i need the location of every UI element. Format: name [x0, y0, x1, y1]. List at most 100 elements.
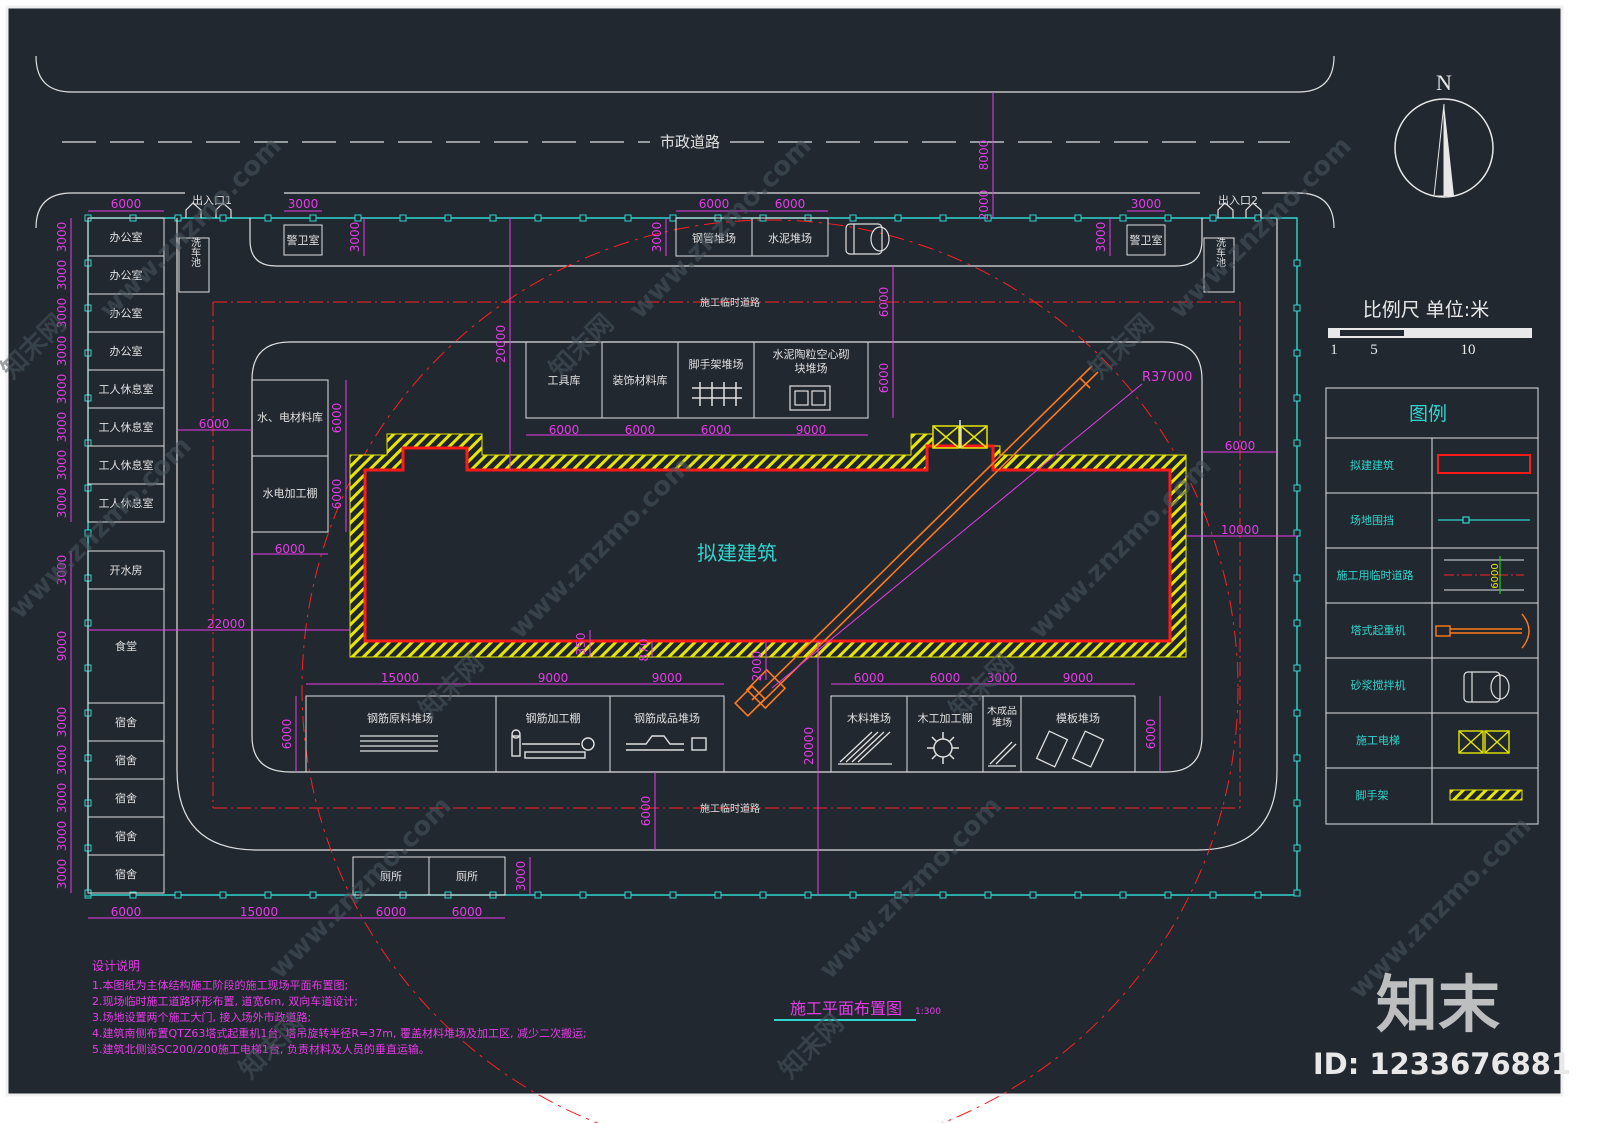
- fence-post: [1293, 259, 1301, 267]
- fence-post: [849, 214, 857, 222]
- dorm-4-label: 宿舍: [115, 829, 137, 843]
- dim-road-right: 6000: [1225, 439, 1256, 453]
- fence-post: [804, 891, 812, 899]
- rebar-shed-label: 钢筋加工棚: [526, 711, 581, 725]
- fence-post: [1293, 664, 1301, 672]
- material-store-label: 水、电材料库: [257, 410, 323, 424]
- dim-v-6000-road: 6000: [877, 287, 891, 318]
- crane-radius-label: R37000: [1142, 370, 1192, 385]
- fence-post: [1293, 484, 1301, 492]
- fence-post: [579, 891, 587, 899]
- fence-post: [1164, 891, 1172, 899]
- dim-yard-9000a: 9000: [538, 671, 569, 685]
- notes-line-1: 1.本图纸为主体结构施工阶段的施工现场平面布置图;: [92, 978, 348, 992]
- dim-store-4: 9000: [796, 423, 827, 437]
- watermark-id: ID: 1233676881: [1313, 1047, 1571, 1081]
- fence-post: [669, 214, 677, 222]
- fence-post: [264, 214, 272, 222]
- dim-v-6000-yardr: 6000: [1144, 719, 1158, 750]
- fence-post: [1074, 891, 1082, 899]
- fence-post: [1293, 529, 1301, 537]
- dim-v-left-8: 3000: [55, 488, 69, 519]
- fence-post: [1293, 304, 1301, 312]
- site-plan-drawing: 市政道路 出入口1 出入口2 施工临时道路 施工临时道路 办公室 办公室 办公室…: [0, 0, 1600, 1123]
- fence-post: [1293, 709, 1301, 717]
- wash-pit-1-label: 洗车池: [189, 237, 201, 267]
- rebar-raw-yard-label: 钢筋原料堆场: [367, 711, 433, 725]
- dim-yard-6000a: 6000: [854, 671, 885, 685]
- wood-finished-yard-label: 木成品堆场: [987, 706, 1017, 729]
- dim-top-pipe: 6000: [699, 197, 730, 211]
- fence-post: [84, 529, 92, 537]
- fence-post: [894, 891, 902, 899]
- fence-post: [849, 891, 857, 899]
- watermark-logo: 知末: [1376, 968, 1500, 1041]
- fence-post: [309, 214, 317, 222]
- dim-v-6000-store: 6000: [877, 363, 891, 394]
- scale-bar: [1328, 328, 1532, 338]
- office-2-label: 办公室: [110, 268, 143, 282]
- scale-tick-1: 1: [1330, 342, 1338, 358]
- dim-v-left-10: 9000: [55, 631, 69, 662]
- office-3-label: 办公室: [110, 306, 143, 320]
- dorm-1-label: 宿舍: [115, 715, 137, 729]
- dim-v-20000-top: 20000: [494, 325, 508, 363]
- office-1-label: 办公室: [110, 230, 143, 244]
- rest-room-1-label: 工人休息室: [99, 382, 154, 396]
- legend-road-dim: 6000: [1490, 563, 1501, 588]
- dim-v-3000-guard1: 3000: [348, 222, 362, 253]
- rebar-finished-yard-label: 钢筋成品堆场: [634, 711, 700, 725]
- dim-v-6000-shed2: 6000: [330, 479, 344, 510]
- dim-v-left-13: 3000: [55, 783, 69, 814]
- dim-top-left: 6000: [111, 197, 142, 211]
- fence-post: [894, 214, 902, 222]
- scale-tick-5: 5: [1370, 342, 1378, 358]
- dim-22000: 22000: [207, 617, 245, 631]
- legend-item-building: 拟建建筑: [1350, 458, 1394, 472]
- dim-v-6000-yardl: 6000: [280, 719, 294, 750]
- fence-post: [624, 214, 632, 222]
- fence-post: [1119, 891, 1127, 899]
- wash-pit-2-label: 洗车池: [1214, 237, 1226, 267]
- dim-yard-15000: 15000: [381, 671, 419, 685]
- fence-post: [399, 214, 407, 222]
- fence-post: [1119, 214, 1127, 222]
- scaffold-yard-label: 脚手架堆场: [689, 357, 744, 371]
- dim-shed-width: 6000: [275, 542, 306, 556]
- dim-v-8000: 8000: [977, 140, 991, 171]
- scale-title: 比例尺 单位:米: [1363, 299, 1489, 321]
- drawing-title: 施工平面布置图: [790, 1000, 902, 1018]
- legend-item-road: 施工用临时道路: [1337, 568, 1414, 582]
- fence-post: [219, 214, 227, 222]
- dim-yard-9000b: 9000: [652, 671, 683, 685]
- dim-v-350: 350: [574, 633, 588, 656]
- dorm-5-label: 宿舍: [115, 867, 137, 881]
- fence-post: [939, 891, 947, 899]
- fence-post: [939, 214, 947, 222]
- gate-1-label: 出入口1: [192, 193, 232, 207]
- legend-item-fence: 场地围挡: [1350, 513, 1394, 527]
- dim-yard-3000: 3000: [987, 671, 1018, 685]
- dim-10000: 10000: [1221, 523, 1259, 537]
- dim-v-870: 870: [637, 639, 651, 662]
- dim-v-left-2: 3000: [55, 260, 69, 291]
- notes-line-4: 4.建筑南侧布置QTZ63塔式起重机1台, 塔吊旋转半径R=37m, 覆盖材料堆…: [92, 1026, 587, 1040]
- dim-top-guard1: 3000: [288, 197, 319, 211]
- legend-item-scaffold: 脚手架: [1356, 788, 1389, 802]
- dim-bottom-6000b: 6000: [376, 905, 407, 919]
- dim-v-3000-toilet: 3000: [514, 861, 528, 892]
- fence-post: [1293, 889, 1301, 897]
- scale-tick-10: 10: [1461, 342, 1476, 358]
- dim-top-guard2: 3000: [1131, 197, 1162, 211]
- fence-post: [1293, 349, 1301, 357]
- legend-item-mixer: 砂浆搅拌机: [1351, 678, 1406, 692]
- fence-post: [489, 214, 497, 222]
- dim-v-3000-pipe: 3000: [650, 222, 664, 253]
- dim-v-left-9: 3000: [55, 555, 69, 586]
- fence-post: [714, 891, 722, 899]
- toilet-2-label: 厕所: [456, 870, 478, 883]
- dim-v-6000-shed1: 6000: [330, 403, 344, 434]
- guard-room-2-label: 警卫室: [1130, 233, 1163, 247]
- carpentry-shed-label: 木工加工棚: [918, 711, 973, 725]
- fence-post: [1293, 574, 1301, 582]
